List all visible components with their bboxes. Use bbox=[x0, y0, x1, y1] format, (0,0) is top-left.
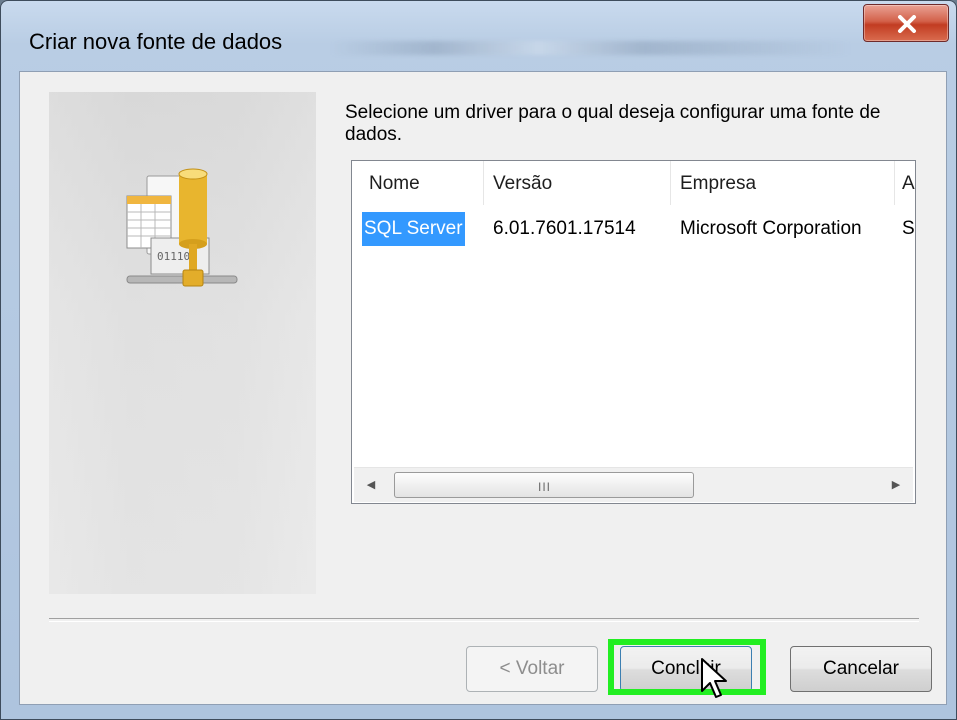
driver-list[interactable]: Nome Versão Empresa A SQL Server 6.01.76… bbox=[351, 160, 916, 504]
finish-button-highlight bbox=[608, 639, 766, 695]
svg-text:01110: 01110 bbox=[157, 250, 190, 263]
column-header-name[interactable]: Nome bbox=[369, 173, 420, 195]
mouse-cursor-icon bbox=[701, 658, 727, 698]
column-header-truncated[interactable]: A bbox=[902, 173, 915, 195]
dialog-client-area: 01110 Selecione um driver para o qual de… bbox=[19, 71, 947, 705]
instruction-text: Selecione um driver para o qual deseja c… bbox=[345, 102, 881, 145]
scrollbar-thumb[interactable]: III bbox=[394, 472, 694, 498]
back-button[interactable]: < Voltar bbox=[466, 646, 598, 692]
dialog-window: Criar nova fonte de dados 01110 Selecion… bbox=[0, 0, 957, 720]
column-header-company[interactable]: Empresa bbox=[680, 173, 756, 195]
horizontal-scrollbar[interactable]: ◀ III ▶ bbox=[354, 467, 913, 502]
scroll-left-icon[interactable]: ◀ bbox=[354, 468, 388, 502]
scrollbar-grip: III bbox=[538, 480, 552, 494]
title-bar-background-blur bbox=[331, 41, 851, 55]
button-area-divider bbox=[49, 618, 919, 622]
title-bar[interactable]: Criar nova fonte de dados bbox=[1, 1, 956, 67]
cancel-button[interactable]: Cancelar bbox=[790, 646, 932, 692]
driver-name-cell[interactable]: SQL Server bbox=[362, 212, 465, 246]
list-header: Nome Versão Empresa A bbox=[352, 161, 915, 211]
side-panel: 01110 bbox=[49, 92, 316, 594]
table-row[interactable]: SQL Server 6.01.7601.17514 Microsoft Cor… bbox=[352, 212, 915, 246]
scroll-right-icon[interactable]: ▶ bbox=[879, 468, 913, 502]
close-icon bbox=[898, 15, 916, 33]
driver-version-cell: 6.01.7601.17514 bbox=[493, 218, 636, 239]
driver-company-cell: Microsoft Corporation bbox=[680, 218, 862, 239]
close-button[interactable] bbox=[863, 4, 949, 42]
window-title: Criar nova fonte de dados bbox=[29, 29, 283, 54]
column-header-version[interactable]: Versão bbox=[493, 173, 552, 195]
driver-extra-cell: S bbox=[902, 218, 915, 239]
data-source-driver-icon: 01110 bbox=[126, 168, 238, 287]
